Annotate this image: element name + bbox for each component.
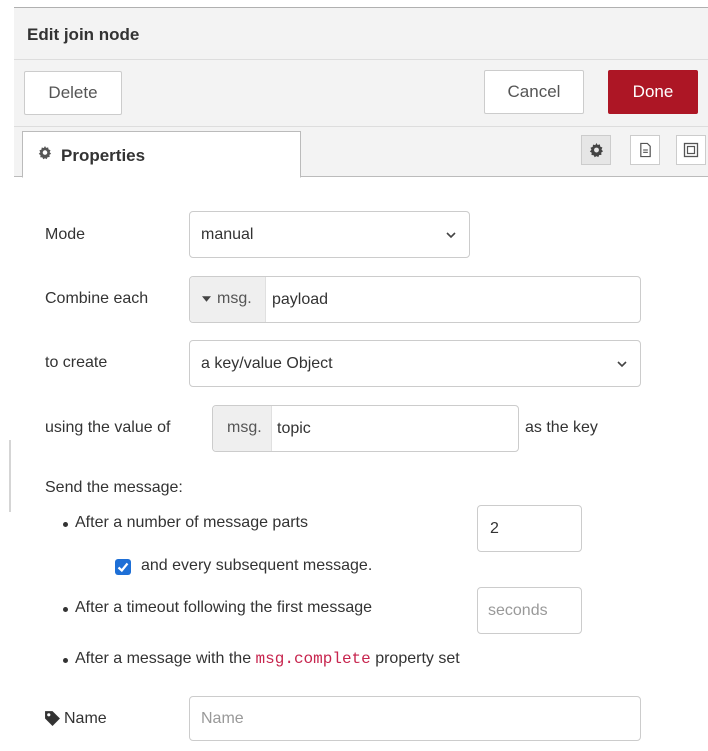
frame-icon	[683, 142, 699, 158]
check-icon	[117, 562, 129, 573]
caret-down-icon	[202, 296, 211, 302]
parts-label: After a number of message parts	[75, 514, 308, 531]
timeout-placeholder: seconds	[488, 602, 548, 619]
tab-appearance[interactable]	[676, 135, 706, 165]
timeout-input[interactable]: seconds	[477, 587, 582, 634]
mode-label: Mode	[45, 226, 86, 243]
complete-prefix: After a message with the	[75, 650, 256, 667]
name-input[interactable]: Name	[189, 696, 641, 741]
edit-node-tray: Edit join node Delete Cancel Done Proper…	[0, 0, 708, 751]
mode-select[interactable]: manual	[189, 211, 470, 258]
done-button[interactable]: Done	[608, 70, 698, 114]
combine-typed-input[interactable]: msg. payload	[189, 276, 641, 323]
tab-properties[interactable]: Properties	[22, 131, 301, 178]
bullet	[63, 522, 68, 527]
key-typed-input[interactable]: msg. topic	[212, 405, 519, 452]
tab-properties-label: Properties	[61, 146, 146, 165]
subsequent-checkbox[interactable]	[115, 559, 131, 575]
name-label: Name	[64, 710, 107, 727]
create-select-value: a key/value Object	[201, 355, 333, 372]
tab-description[interactable]	[630, 135, 660, 165]
complete-label: After a message with the msg.complete pr…	[75, 650, 460, 668]
chevron-down-icon	[446, 232, 456, 239]
bullet	[63, 658, 68, 663]
create-select[interactable]: a key/value Object	[189, 340, 641, 387]
create-label: to create	[45, 354, 108, 371]
name-placeholder: Name	[201, 710, 244, 727]
file-icon	[640, 142, 651, 158]
complete-code: msg.complete	[255, 650, 371, 668]
tag-icon	[45, 711, 60, 726]
timeout-label: After a timeout following the first mess…	[75, 599, 373, 616]
parts-count-input[interactable]: 2	[477, 505, 582, 552]
type-prefix: msg.	[217, 290, 252, 307]
tray-title: Edit join node	[27, 25, 140, 44]
complete-suffix: property set	[370, 650, 460, 667]
tab-settings[interactable]	[581, 135, 611, 165]
chevron-down-icon	[617, 361, 627, 368]
key-label: using the value of	[45, 419, 171, 436]
bullet	[63, 607, 68, 612]
gear-icon	[589, 143, 604, 158]
resize-grip[interactable]	[9, 440, 11, 512]
type-selector[interactable]: msg.	[190, 277, 266, 322]
combine-value: payload	[272, 291, 329, 308]
send-label: Send the message:	[45, 479, 183, 496]
key-value: topic	[277, 420, 311, 437]
subsequent-label: and every subsequent message.	[141, 557, 373, 574]
delete-button[interactable]: Delete	[24, 71, 122, 115]
gear-icon	[38, 146, 52, 160]
tab-bar: Properties	[14, 127, 708, 178]
mode-select-value: manual	[201, 226, 254, 243]
key-type-prefix: msg.	[213, 406, 272, 451]
parts-count-value: 2	[490, 520, 499, 537]
cancel-button[interactable]: Cancel	[484, 70, 584, 114]
combine-label: Combine each	[45, 290, 149, 307]
tray-header: Edit join node	[14, 8, 708, 60]
tray-toolbar: Delete Cancel Done	[14, 60, 708, 127]
key-suffix: as the key	[525, 419, 598, 436]
key-prefix: msg.	[227, 419, 262, 436]
